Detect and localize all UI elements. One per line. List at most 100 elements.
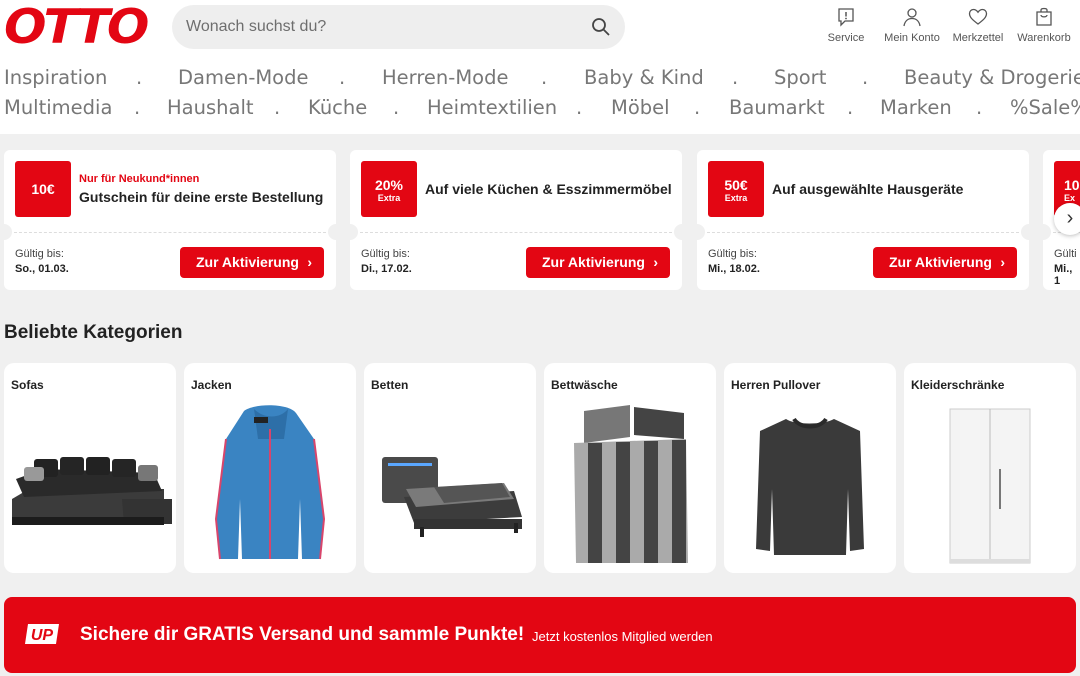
up-membership-banner[interactable]: UP Sichere dir GRATIS Versand und sammle… bbox=[4, 597, 1076, 673]
coupon-valid-label: Gültig bis: bbox=[15, 248, 64, 260]
category-label: Sofas bbox=[11, 378, 44, 392]
coupon-notch bbox=[1043, 224, 1051, 240]
coupon-divider bbox=[360, 232, 672, 233]
nav-separator: . bbox=[694, 96, 701, 119]
service-label: Service bbox=[827, 32, 865, 44]
category-label: Bettwäsche bbox=[551, 378, 618, 392]
section-title: Beliebte Kategorien bbox=[4, 322, 183, 343]
coupon-divider bbox=[707, 232, 1019, 233]
coupon-notch bbox=[350, 224, 358, 240]
nav-separator: . bbox=[847, 96, 854, 119]
nav-separator: . bbox=[274, 96, 281, 119]
coupon-badge: 50€ Extra bbox=[708, 161, 764, 217]
coupon-card: 10€ Nur für Neukund*innen Gutschein für … bbox=[4, 150, 336, 290]
activate-coupon-button[interactable]: Zur Aktivierung › bbox=[180, 247, 324, 278]
category-card-sofas[interactable]: Sofas bbox=[4, 363, 176, 573]
nav-separator: . bbox=[134, 96, 141, 119]
coupon-valid-label: Gültig bis: bbox=[708, 248, 757, 260]
nav-item-beauty-drogerie[interactable]: Beauty & Drogerie bbox=[904, 66, 1080, 89]
coupon-badge: 20% Extra bbox=[361, 161, 417, 217]
category-nav-row-2: Multimedia . Haushalt . Küche . Heimtext… bbox=[4, 96, 1080, 124]
category-label: Herren Pullover bbox=[731, 378, 821, 392]
coupon-card: 50€ Extra Auf ausgewählte Hausgeräte Gül… bbox=[697, 150, 1029, 290]
banner-subtext[interactable]: Jetzt kostenlos Mitglied werden bbox=[532, 629, 713, 644]
coupon-badge-sub: Ex bbox=[1064, 193, 1076, 203]
nav-item-heimtextilien[interactable]: Heimtextilien bbox=[427, 96, 557, 119]
chevron-right-icon: › bbox=[653, 254, 658, 270]
coupon-badge-sub: Extra bbox=[377, 193, 401, 203]
coupon-valid-date: So., 01.03. bbox=[15, 263, 69, 275]
coupon-badge-value: 10 bbox=[1064, 177, 1080, 193]
search-icon[interactable] bbox=[591, 17, 611, 37]
nav-item-sale[interactable]: %Sale% bbox=[1010, 96, 1080, 119]
nav-separator: . bbox=[862, 66, 869, 89]
nav-separator: . bbox=[976, 96, 983, 119]
nav-item-haushalt[interactable]: Haushalt bbox=[167, 96, 254, 119]
category-nav-row-1: Inspiration . Damen-Mode . Herren-Mode .… bbox=[4, 66, 1080, 94]
nav-item-herren-mode[interactable]: Herren-Mode bbox=[382, 66, 508, 89]
service-button[interactable]: Service bbox=[811, 7, 881, 47]
chevron-right-icon: › bbox=[307, 254, 312, 270]
up-logo: UP bbox=[25, 624, 59, 644]
nav-item-kueche[interactable]: Küche bbox=[308, 96, 367, 119]
bed-image bbox=[382, 457, 522, 537]
up-logo-text: UP bbox=[31, 627, 54, 644]
nav-item-multimedia[interactable]: Multimedia bbox=[4, 96, 112, 119]
coupon-valid-date: Di., 17.02. bbox=[361, 263, 412, 275]
cart-button[interactable]: Warenkorb bbox=[1009, 7, 1079, 47]
cart-icon bbox=[1036, 7, 1052, 26]
account-label: Mein Konto bbox=[884, 32, 940, 44]
coupon-badge-value: 50€ bbox=[724, 177, 748, 193]
wishlist-button[interactable]: Merkzettel bbox=[943, 7, 1013, 47]
activate-button-label: Zur Aktivierung bbox=[196, 254, 299, 270]
nav-item-baumarkt[interactable]: Baumarkt bbox=[729, 96, 825, 119]
coupon-title: Auf viele Küchen & Esszimmermöbel bbox=[425, 181, 672, 197]
category-card-bettwaesche[interactable]: Bettwäsche bbox=[544, 363, 716, 573]
nav-item-marken[interactable]: Marken bbox=[880, 96, 952, 119]
activate-button-label: Zur Aktivierung bbox=[542, 254, 645, 270]
nav-separator: . bbox=[393, 96, 400, 119]
jacket-image bbox=[214, 405, 326, 560]
activate-coupon-button[interactable]: Zur Aktivierung › bbox=[873, 247, 1017, 278]
activate-coupon-button[interactable]: Zur Aktivierung › bbox=[526, 247, 670, 278]
search-bar[interactable] bbox=[172, 5, 625, 49]
search-input[interactable] bbox=[172, 5, 572, 49]
nav-item-moebel[interactable]: Möbel bbox=[611, 96, 670, 119]
bedding-image bbox=[574, 405, 688, 563]
coupon-title: Auf ausgewählte Hausgeräte bbox=[772, 181, 964, 197]
header-icons: Service Mein Konto Merkzettel Warenkorb bbox=[820, 7, 1080, 47]
category-card-herren-pullover[interactable]: Herren Pullover bbox=[724, 363, 896, 573]
nav-separator: . bbox=[339, 66, 346, 89]
category-card-kleiderschraenke[interactable]: Kleiderschränke bbox=[904, 363, 1076, 573]
nav-separator: . bbox=[541, 66, 548, 89]
account-button[interactable]: Mein Konto bbox=[877, 7, 947, 47]
category-card-betten[interactable]: Betten bbox=[364, 363, 536, 573]
wardrobe-image bbox=[949, 408, 1031, 564]
coupon-valid-label: Gülti bbox=[1054, 248, 1077, 260]
nav-item-damen-mode[interactable]: Damen-Mode bbox=[178, 66, 308, 89]
nav-item-baby-kind[interactable]: Baby & Kind bbox=[584, 66, 704, 89]
service-icon bbox=[838, 8, 854, 27]
nav-separator: . bbox=[576, 96, 583, 119]
category-label: Betten bbox=[371, 378, 409, 392]
otto-logo[interactable]: OTTO bbox=[4, 1, 149, 52]
chevron-right-icon: › bbox=[1066, 207, 1074, 229]
header: OTTO Service Mein Konto bbox=[0, 0, 1080, 134]
coupon-valid-label: Gültig bis: bbox=[361, 248, 410, 260]
heart-icon bbox=[968, 8, 988, 25]
coupon-notch bbox=[328, 224, 336, 240]
wishlist-label: Merkzettel bbox=[952, 32, 1004, 44]
sofa-image bbox=[12, 457, 172, 525]
banner-headline: Sichere dir GRATIS Versand und sammle Pu… bbox=[80, 624, 525, 645]
coupon-badge: 10€ bbox=[15, 161, 71, 217]
coupon-badge-value: 10€ bbox=[31, 181, 55, 197]
coupon-badge-value: 20% bbox=[374, 177, 404, 193]
coupon-card: 20% Extra Auf viele Küchen & Esszimmermö… bbox=[350, 150, 682, 290]
sweater-image bbox=[756, 417, 864, 555]
coupon-notch bbox=[674, 224, 682, 240]
nav-item-inspiration[interactable]: Inspiration bbox=[4, 66, 107, 89]
activate-button-label: Zur Aktivierung bbox=[889, 254, 992, 270]
carousel-next-button[interactable]: › bbox=[1054, 203, 1080, 235]
nav-item-sport[interactable]: Sport bbox=[774, 66, 826, 89]
category-card-jacken[interactable]: Jacken bbox=[184, 363, 356, 573]
